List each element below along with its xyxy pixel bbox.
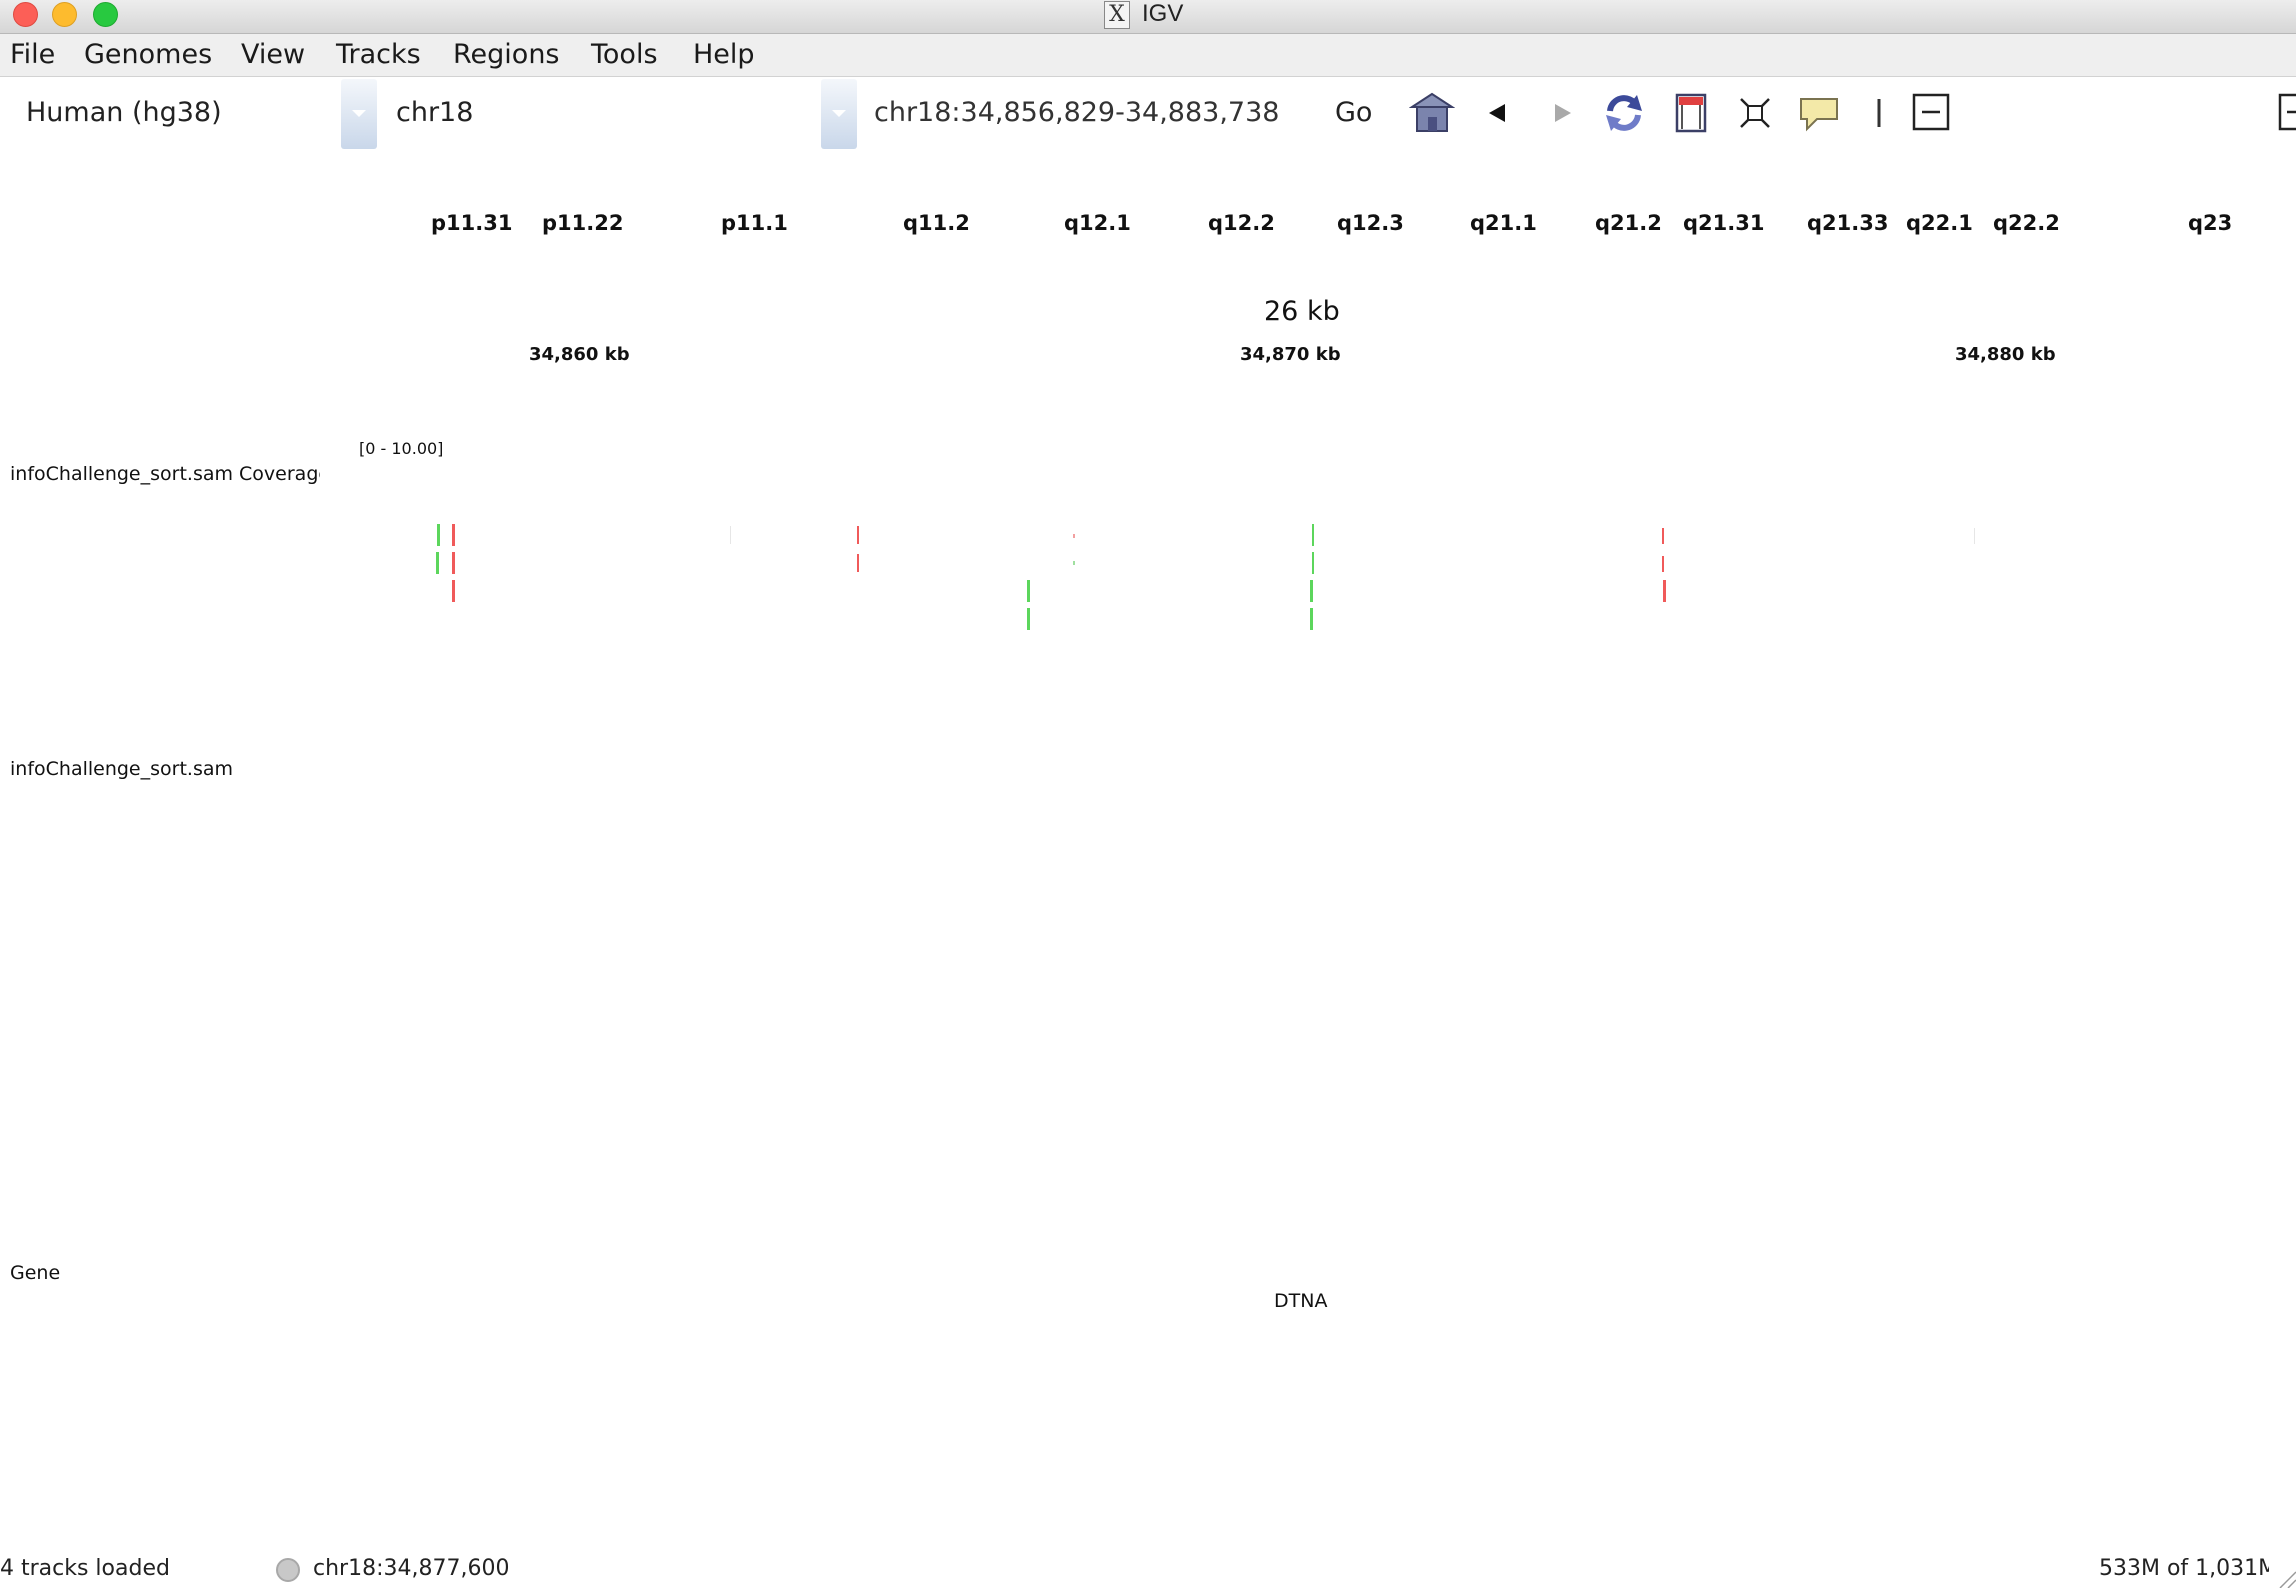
menu-view[interactable]: View [241, 34, 305, 76]
ideogram-band-label: p11.31 [431, 211, 513, 235]
window-resize-grip-icon[interactable] [2276, 1568, 2296, 1588]
menu-tracks[interactable]: Tracks [336, 34, 421, 76]
close-window-button[interactable] [13, 2, 38, 27]
ideogram-band-label: q12.2 [1208, 211, 1275, 235]
resize-to-window-icon[interactable] [1737, 91, 1773, 135]
coverage-mismatch-bar [1662, 528, 1664, 544]
status-indicator-icon [276, 1558, 300, 1582]
ideogram-band-label: q22.1 [1906, 211, 1973, 235]
coverage-mismatch-bar [436, 552, 439, 574]
status-bar: 4 tracks loaded chr18:34,877,600 533M of… [0, 1550, 2296, 1588]
refresh-icon[interactable] [1601, 91, 1647, 135]
coverage-mismatch-bar [1310, 580, 1313, 602]
coverage-mismatch-bar [857, 554, 859, 572]
coverage-mismatch-bar [452, 580, 455, 602]
coverage-mismatch-bar [437, 524, 440, 546]
ideogram-band-label: q12.1 [1064, 211, 1131, 235]
coverage-mismatch-bar [730, 526, 731, 544]
chromosome-dropdown-chevron-icon[interactable] [821, 79, 857, 149]
coverage-mismatch-bar [1073, 561, 1075, 565]
ideogram-band-label: p11.22 [542, 211, 624, 235]
ruler-line-icon[interactable] [1872, 91, 1886, 135]
menu-help[interactable]: Help [693, 34, 755, 76]
minimize-window-button[interactable] [52, 2, 77, 27]
gene-track-name[interactable]: Gene [10, 1262, 60, 1284]
menu-tools[interactable]: Tools [591, 34, 658, 76]
genome-selector[interactable]: Human (hg38) [26, 77, 222, 149]
menu-file[interactable]: File [10, 34, 55, 76]
window-title-bar: X IGV [0, 0, 2296, 34]
x11-app-icon: X [1104, 1, 1130, 29]
home-icon[interactable] [1409, 91, 1455, 135]
coverage-mismatch-bar [1312, 552, 1314, 574]
chromosome-selector[interactable]: chr18 [396, 77, 473, 149]
ruler-span-label: 26 kb [1264, 296, 1340, 327]
maximize-window-button[interactable] [93, 2, 118, 27]
menu-regions[interactable]: Regions [453, 34, 560, 76]
coverage-mismatch-bar [1027, 608, 1030, 630]
toolbar: Human (hg38) chr18 chr18:34,856,829-34,8… [0, 77, 2296, 149]
back-icon[interactable] [1484, 91, 1512, 135]
coverage-mismatch-bar [1312, 524, 1314, 546]
popup-text-icon[interactable] [1797, 91, 1841, 135]
memory-status[interactable]: 533M of 1,031M [2099, 1550, 2269, 1588]
ruler-tick-label: 34,860 kb [529, 344, 630, 365]
ideogram-band-label: q12.3 [1337, 211, 1404, 235]
tracks-loaded-status: 4 tracks loaded [0, 1556, 170, 1581]
ideogram-band-label: p11.1 [721, 211, 788, 235]
coverage-mismatch-bar [452, 524, 455, 546]
coverage-mismatch-bar [1310, 608, 1313, 630]
genome-dropdown-chevron-icon[interactable] [341, 79, 377, 149]
coverage-mismatch-bar [1027, 580, 1030, 602]
coverage-mismatch-bar [452, 552, 455, 574]
cursor-position-status: chr18:34,877,600 [313, 1556, 510, 1581]
menu-bar: File Genomes View Tracks Regions Tools H… [0, 34, 2296, 77]
ideogram-band-label: q21.33 [1807, 211, 1889, 235]
coverage-mismatch-bar [1974, 528, 1975, 544]
ideogram-band-label: q11.2 [903, 211, 970, 235]
ideogram-band-label: q21.1 [1470, 211, 1537, 235]
locus-search-input[interactable]: chr18:34,856,829-34,883,738 [874, 77, 1279, 149]
ruler-tick-label: 34,880 kb [1955, 344, 2056, 365]
ideogram-band-label: q21.31 [1683, 211, 1765, 235]
coverage-mismatch-bar [1662, 556, 1664, 572]
window-title: IGV [1142, 0, 1184, 27]
zoom-out-icon[interactable] [1912, 91, 1950, 135]
gene-feature-label[interactable]: DTNA [1274, 1290, 1327, 1312]
forward-icon[interactable] [1548, 91, 1576, 135]
coverage-mismatch-bar [1073, 534, 1075, 538]
ideogram-band-label: q21.2 [1595, 211, 1662, 235]
menu-genomes[interactable]: Genomes [84, 34, 212, 76]
go-button[interactable]: Go [1335, 77, 1372, 149]
ideogram-band-label: q22.2 [1993, 211, 2060, 235]
ruler-tick-label: 34,870 kb [1240, 344, 1341, 365]
coverage-track-name[interactable]: infoChallenge_sort.sam Coverage [10, 463, 320, 485]
coverage-mismatch-bar [1663, 580, 1666, 602]
coverage-mismatch-bar [857, 526, 859, 544]
zoom-in-icon[interactable] [2278, 91, 2296, 135]
ideogram-band-label: q23 [2188, 211, 2233, 235]
alignment-track[interactable] [330, 720, 2290, 1240]
alignment-track-name[interactable]: infoChallenge_sort.sam [10, 758, 233, 780]
region-of-interest-icon[interactable] [1673, 91, 1709, 135]
coverage-data-range: [0 - 10.00] [359, 439, 444, 458]
